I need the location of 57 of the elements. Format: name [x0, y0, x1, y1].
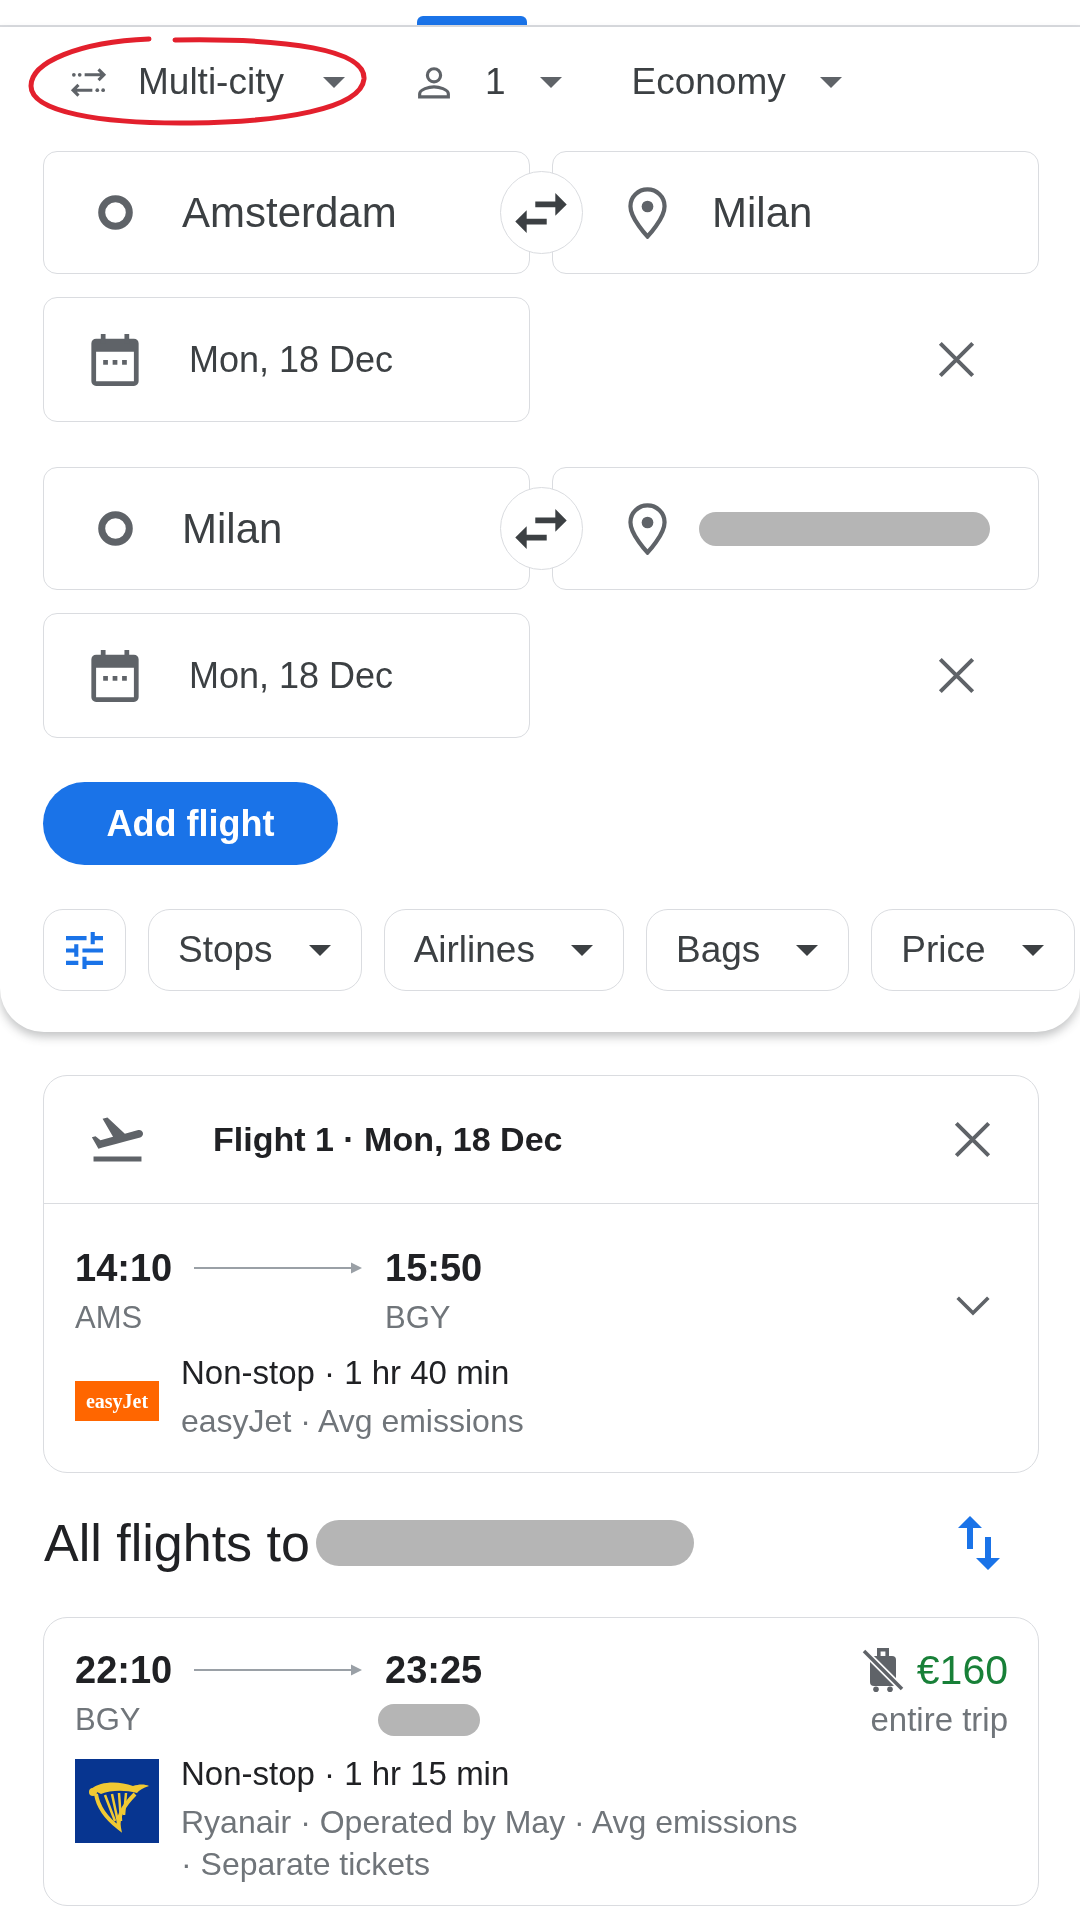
filter-button[interactable] — [43, 909, 126, 991]
results-heading: All flights to — [44, 1513, 310, 1573]
location-pin-icon — [628, 186, 667, 239]
flight-summary: Non-stop · 1 hr 40 min — [181, 1353, 511, 1393]
caret-icon — [570, 944, 593, 956]
caret-icon — [322, 76, 345, 88]
swap-icon — [515, 508, 567, 549]
origin-field[interactable]: Milan — [43, 467, 530, 590]
cabin-class-dropdown[interactable]: Economy — [611, 50, 862, 114]
swap-icon — [515, 192, 567, 233]
right-arrow-icon — [194, 1663, 362, 1677]
calendar-icon — [91, 649, 139, 702]
caret-icon — [308, 944, 331, 956]
filter-chip[interactable]: Bags — [645, 909, 850, 991]
departure-time: 22:10 — [75, 1648, 174, 1693]
price-note: entire trip — [870, 1700, 1008, 1740]
filter-chip[interactable]: Price — [871, 909, 1075, 991]
destination-field[interactable] — [552, 467, 1039, 590]
arrival-time: 15:50 — [384, 1246, 483, 1291]
price: €160 — [916, 1646, 1008, 1694]
flight-summary: Non-stop · 1 hr 15 min — [181, 1754, 511, 1794]
plane-takeoff-icon — [91, 1116, 144, 1163]
date-field[interactable]: Mon, 18 Dec — [43, 613, 530, 738]
dotted-arrows-icon — [70, 66, 107, 98]
caret-icon — [539, 76, 562, 88]
caret-icon — [819, 76, 842, 88]
location-pin-icon — [628, 502, 667, 555]
airport-code: BGY — [75, 1701, 142, 1739]
sort-arrows-icon[interactable] — [958, 1516, 1000, 1570]
close-icon[interactable] — [954, 1121, 991, 1158]
filter-chip[interactable]: Stops — [148, 909, 362, 991]
airport-code: BGY — [384, 1299, 452, 1337]
destination-field[interactable]: Milan — [552, 151, 1039, 274]
airline-logo: easyJet — [75, 1381, 159, 1421]
flight-result-card[interactable]: 22:10 23:25 BGY €160 entire trip Non-stop · 1 hr 15 min Ryanair · Operated by May · Avg emissions · Separate tickets — [43, 1617, 1039, 1906]
flight-details: Ryanair · Operated by May · Avg emissions · Separate tickets — [181, 1803, 799, 1884]
flight-details: easyJet · Avg emissions — [181, 1402, 524, 1441]
filter-chip[interactable]: Airlines — [383, 909, 624, 991]
close-icon[interactable] — [938, 341, 975, 378]
origin-field[interactable]: Amsterdam — [43, 151, 530, 274]
add-flight-button[interactable]: Add flight — [43, 782, 338, 865]
trip-type-dropdown[interactable]: Multi-city — [50, 50, 365, 114]
caret-icon — [1021, 944, 1044, 956]
sliders-icon — [66, 931, 103, 969]
departure-time: 14:10 — [75, 1246, 174, 1291]
airport-code: AMS — [75, 1299, 144, 1337]
arrival-time: 23:25 — [384, 1648, 483, 1693]
right-arrow-icon — [194, 1261, 362, 1275]
chevron-down-icon[interactable] — [955, 1295, 991, 1316]
flight-title: Flight 1 · Mon, 18 Dec — [213, 1120, 564, 1159]
calendar-icon — [91, 333, 139, 386]
ring-icon — [98, 511, 133, 546]
ring-icon — [98, 195, 133, 230]
close-icon[interactable] — [938, 657, 975, 694]
passengers-dropdown[interactable]: 1 — [394, 50, 582, 114]
date-field[interactable]: Mon, 18 Dec — [43, 297, 530, 422]
caret-icon — [796, 944, 819, 956]
